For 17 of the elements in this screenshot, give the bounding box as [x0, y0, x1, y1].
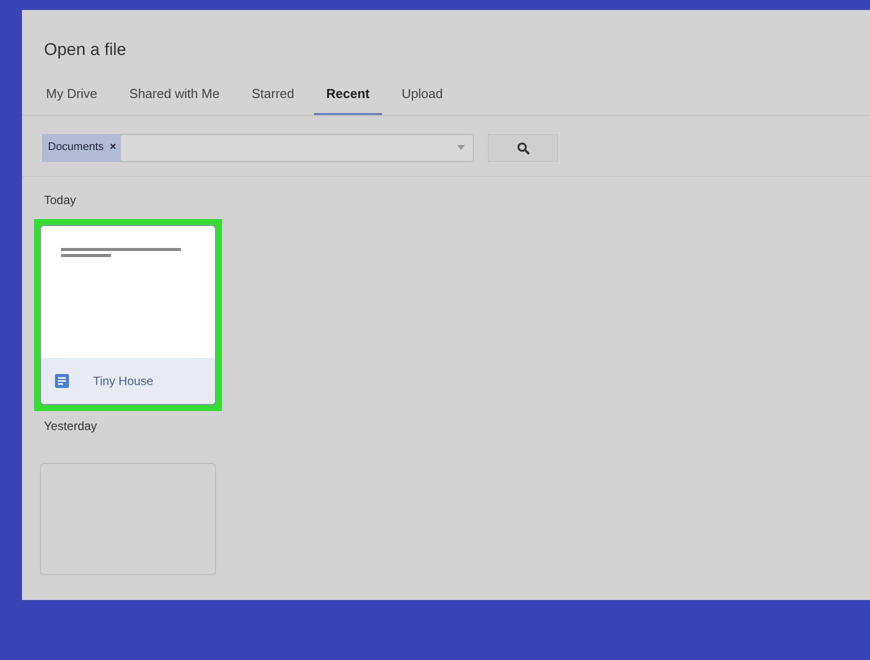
tab[interactable]: Recent — [314, 86, 382, 115]
tab[interactable]: Starred — [240, 86, 306, 115]
file-card[interactable]: Tiny House — [40, 225, 216, 405]
caret-icon[interactable] — [457, 145, 465, 151]
dialog-title: Open a file — [43, 39, 128, 60]
search-field[interactable]: Documents × — [42, 134, 474, 162]
tab[interactable]: My Drive — [34, 86, 110, 115]
file-card[interactable] — [40, 463, 216, 575]
tab[interactable]: Shared with Me — [117, 86, 232, 115]
search-icon — [516, 142, 530, 154]
section-heading: Yesterday — [43, 418, 98, 435]
search-button[interactable] — [488, 134, 558, 162]
filter-chip[interactable]: Documents × — [43, 135, 122, 161]
file-name: Tiny House — [93, 374, 154, 388]
section-heading: Today — [43, 192, 78, 209]
document-icon — [55, 374, 69, 388]
tab[interactable]: Upload — [390, 86, 455, 115]
